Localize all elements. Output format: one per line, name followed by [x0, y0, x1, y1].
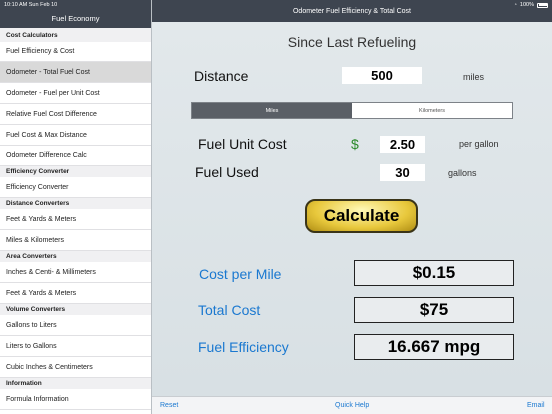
distance-unit: miles	[463, 72, 485, 82]
sidebar-section-header: Distance Converters	[0, 198, 151, 209]
distance-input[interactable]: 500	[342, 67, 422, 84]
sidebar-item[interactable]: Relative Fuel Cost Difference	[0, 104, 151, 125]
sidebar-section-header: Efficiency Converter	[0, 166, 151, 177]
distance-label: Distance	[194, 68, 249, 84]
sidebar-item[interactable]: Inches & Centi- & Millimeters	[0, 262, 151, 283]
form-heading: Since Last Refueling	[287, 34, 417, 50]
sidebar-item[interactable]: Odometer - Fuel per Unit Cost	[0, 83, 151, 104]
cost-per-mile-value: $0.15	[354, 260, 514, 286]
wifi-icon: ◔	[513, 2, 517, 8]
total-cost-label: Total Cost	[198, 302, 261, 318]
sidebar-item[interactable]: Miles & Kilometers	[0, 230, 151, 251]
sidebar-item[interactable]: Fuel Efficiency & Cost	[0, 42, 151, 62]
sidebar-item[interactable]: Fuel Cost & Max Distance	[0, 125, 151, 146]
fuel-efficiency-label: Fuel Efficiency	[198, 339, 289, 355]
main-panel: Odometer Fuel Efficiency & Total Cost Si…	[152, 0, 552, 414]
sidebar-list: Cost Calculators Fuel Efficiency & Cost Od…	[0, 28, 151, 410]
miles-toggle[interactable]: Miles	[192, 103, 352, 118]
unit-toggle: Miles Kilometers	[191, 102, 513, 119]
status-right: ◔ 100%	[514, 2, 548, 8]
sidebar-item[interactable]: Cubic Inches & Centimeters	[0, 357, 151, 378]
fuel-used-label: Fuel Used	[195, 164, 259, 180]
kilometers-toggle[interactable]: Kilometers	[352, 103, 512, 118]
quick-help-button[interactable]: Quick Help	[335, 402, 369, 409]
cost-per-mile-label: Cost per Mile	[199, 266, 282, 282]
sidebar-item[interactable]: Feet & Yards & Meters	[0, 209, 151, 230]
sidebar-item[interactable]: Liters to Gallons	[0, 336, 151, 357]
sidebar-section-header: Information	[0, 378, 151, 389]
sidebar-item[interactable]: Efficiency Converter	[0, 177, 151, 198]
battery-percent: 100%	[519, 2, 534, 8]
email-button[interactable]: Email	[527, 402, 545, 409]
fuel-efficiency-value: 16.667 mpg	[354, 334, 514, 360]
sidebar-item[interactable]: Odometer Difference Calc	[0, 146, 151, 166]
fuel-used-unit: gallons	[448, 168, 477, 178]
status-bar: 10:10 AM Sun Feb 10 ◔ 100%	[0, 0, 552, 10]
calculate-button[interactable]: Calculate	[305, 199, 418, 233]
sidebar-section-header: Volume Converters	[0, 304, 151, 315]
calculator-form: Since Last Refueling Distance 500 miles …	[152, 22, 552, 396]
fuel-unit-cost-label: Fuel Unit Cost	[198, 136, 287, 152]
bottom-toolbar: Reset Quick Help Email	[152, 396, 552, 414]
sidebar-section-header: Area Converters	[0, 251, 151, 262]
sidebar-item[interactable]: Gallons to Liters	[0, 315, 151, 336]
reset-button[interactable]: Reset	[160, 402, 178, 409]
fuel-used-input[interactable]: 30	[380, 164, 425, 181]
sidebar-section-header: Cost Calculators	[0, 28, 151, 42]
battery-icon	[537, 2, 548, 8]
currency-symbol: $	[351, 136, 359, 152]
status-time: 10:10 AM Sun Feb 10	[4, 2, 58, 8]
fuel-unit-cost-input[interactable]: 2.50	[380, 136, 425, 153]
sidebar-item[interactable]: Formula Information	[0, 389, 151, 410]
sidebar: Fuel Economy Cost Calculators Fuel Effici…	[0, 0, 152, 414]
sidebar-item[interactable]: Odometer - Total Fuel Cost	[0, 62, 151, 83]
total-cost-value: $75	[354, 297, 514, 323]
sidebar-item[interactable]: Feet & Yards & Meters	[0, 283, 151, 304]
fuel-unit-cost-unit: per gallon	[459, 139, 499, 149]
